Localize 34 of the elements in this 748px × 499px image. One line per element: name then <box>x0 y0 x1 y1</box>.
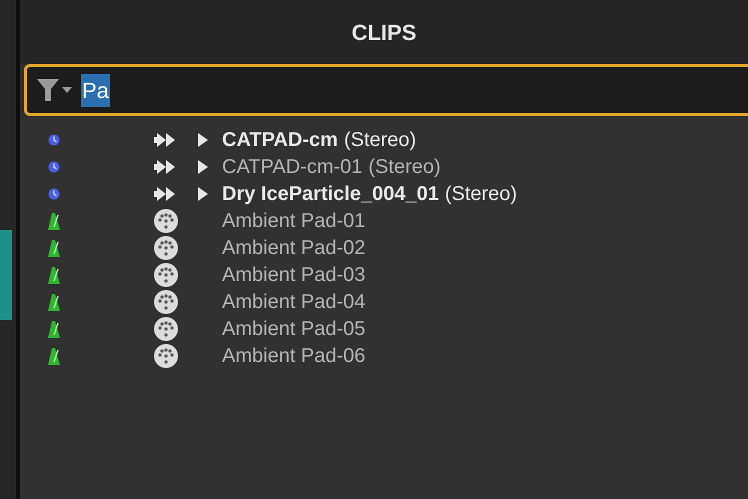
expand-arrow-icon[interactable] <box>197 186 209 202</box>
expand-arrow-icon[interactable] <box>197 158 209 174</box>
filter-icon[interactable] <box>37 78 73 102</box>
channel-label: (Stereo) <box>368 154 441 180</box>
metronome-icon <box>48 238 60 256</box>
midi-port-icon <box>154 236 178 260</box>
clip-name[interactable]: Ambient Pad-03 <box>222 260 366 290</box>
channel-label: (Stereo) <box>444 182 518 206</box>
metronome-icon <box>48 212 60 230</box>
clock-icon <box>48 188 60 200</box>
midi-port-icon <box>154 290 178 314</box>
clip-name[interactable]: CATPAD-cm-01 <box>222 152 362 182</box>
midi-port-icon <box>154 262 178 286</box>
clip-name[interactable]: CATPAD-cm <box>222 124 338 154</box>
search-field[interactable]: Pa <box>24 64 748 116</box>
metronome-icon <box>48 266 60 284</box>
clock-icon <box>48 134 60 146</box>
metronome-icon <box>48 320 60 338</box>
midi-port-icon <box>154 344 178 368</box>
channel-label: (Stereo) <box>344 128 416 152</box>
clip-name[interactable]: Ambient Pad-04 <box>222 286 366 316</box>
clip-name[interactable]: Ambient Pad-06 <box>222 340 366 370</box>
metronome-icon <box>48 292 60 310</box>
clock-icon <box>48 160 60 172</box>
metronome-icon <box>48 346 60 364</box>
panel-title: CLIPS <box>352 18 416 46</box>
clip-name[interactable]: Ambient Pad-02 <box>222 232 366 262</box>
clip-name[interactable]: Ambient Pad-05 <box>222 314 366 344</box>
clip-name[interactable]: Ambient Pad-01 <box>222 206 366 236</box>
midi-port-icon <box>154 208 178 232</box>
expand-arrow-icon[interactable] <box>197 132 209 148</box>
midi-port-icon <box>154 316 178 340</box>
clip-name[interactable]: Dry IceParticle_004_01 <box>222 178 439 208</box>
search-text: Pa <box>81 74 110 106</box>
